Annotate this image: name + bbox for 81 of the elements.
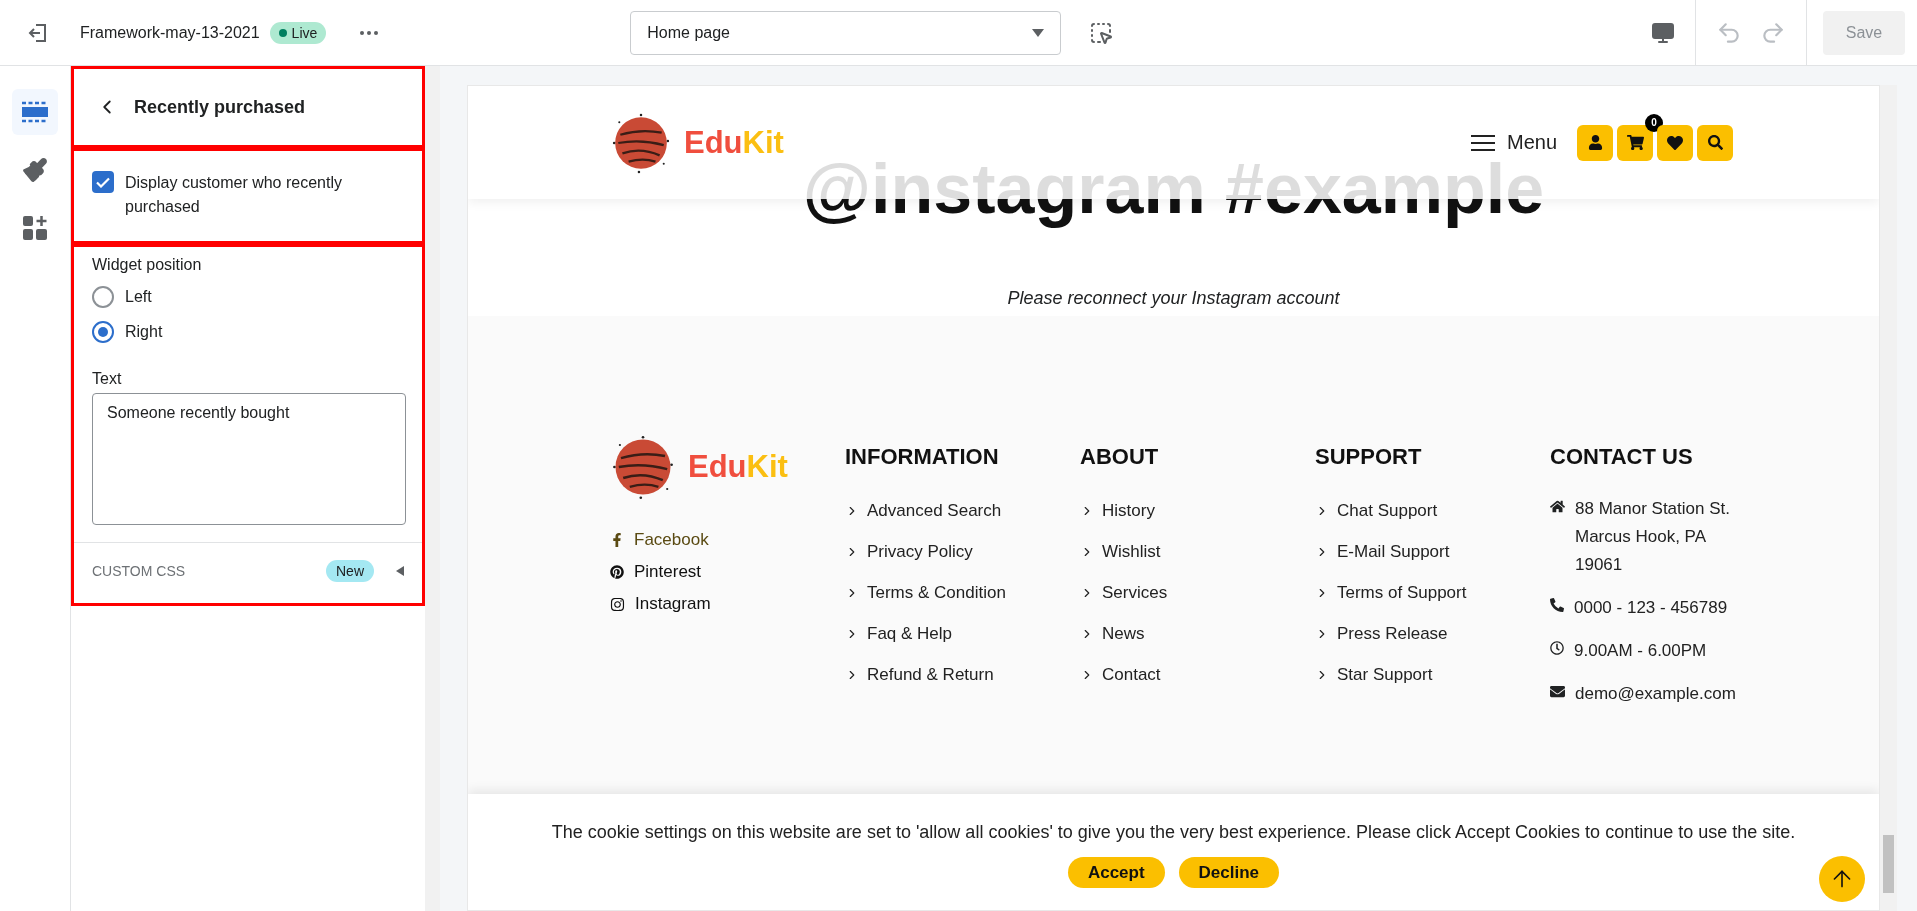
contact-text: 88 Manor Station St. Marcus Hook, PA 19061 bbox=[1575, 498, 1731, 576]
page-select[interactable]: Home page bbox=[630, 10, 1062, 55]
home-icon bbox=[1550, 499, 1565, 514]
envelope-icon bbox=[1550, 684, 1565, 699]
footer-link[interactable]: Wishlist bbox=[1080, 540, 1315, 563]
contact-text: 9.00AM - 6.00PM bbox=[1574, 640, 1707, 662]
footer-heading: ABOUT bbox=[1080, 444, 1160, 470]
user-icon bbox=[1587, 135, 1603, 150]
checkbox[interactable] bbox=[92, 171, 114, 193]
footer-link[interactable]: Terms & Condition bbox=[845, 581, 1080, 604]
social-link[interactable]: Facebook bbox=[610, 530, 845, 550]
footer-link[interactable]: News bbox=[1080, 622, 1315, 645]
more-icon bbox=[360, 30, 379, 35]
footer-link[interactable]: Contact bbox=[1080, 663, 1315, 686]
menu-button[interactable]: Menu bbox=[1464, 130, 1563, 155]
footer-link[interactable]: Star Support bbox=[1315, 663, 1550, 686]
monitor-icon bbox=[1651, 20, 1675, 45]
contact-text: demo@example.com bbox=[1575, 683, 1736, 705]
sidebar-nav-button[interactable] bbox=[12, 89, 58, 135]
clock-icon bbox=[1550, 641, 1564, 655]
account-button[interactable] bbox=[1577, 124, 1613, 161]
scrollbar[interactable] bbox=[425, 66, 440, 911]
caret-icon[interactable] bbox=[396, 565, 404, 576]
footer-link[interactable]: Privacy Policy bbox=[845, 540, 1080, 563]
exit-icon bbox=[28, 22, 48, 43]
footer-heading: INFORMATION bbox=[845, 444, 1000, 470]
theme-name: Framework-may-13-2021 bbox=[80, 23, 260, 42]
sections-icon bbox=[21, 101, 49, 123]
text-field[interactable]: Someone recently bought bbox=[92, 393, 406, 525]
radio-button[interactable] bbox=[92, 320, 114, 343]
cart-icon bbox=[1626, 134, 1644, 151]
checkbox-label: Display customer who recently purchased bbox=[125, 173, 343, 217]
heart-icon bbox=[1667, 134, 1683, 151]
footer-link[interactable]: History bbox=[1080, 499, 1315, 522]
status-badge: Live bbox=[269, 21, 327, 44]
planet-logo-icon bbox=[610, 434, 676, 500]
planet-logo-icon bbox=[610, 111, 672, 174]
brand-name: EduKit bbox=[688, 449, 788, 485]
cookie-message: The cookie settings on this website are set to 'allow all cookies' to give you the very best experience. Please click Accept Cookies to continue to use the site. bbox=[551, 822, 1796, 843]
cookie-button[interactable]: Accept bbox=[1067, 857, 1165, 888]
scroll-top-button[interactable] bbox=[1819, 856, 1865, 902]
instagram-message: Please reconnect your Instagram account bbox=[1007, 288, 1340, 309]
field-label: Text bbox=[92, 369, 123, 389]
footer-link[interactable]: Chat Support bbox=[1315, 499, 1550, 522]
footer-link[interactable]: Terms of Support bbox=[1315, 581, 1550, 604]
radio-label: Left bbox=[125, 286, 152, 307]
footer-link[interactable]: Faq & Help bbox=[845, 622, 1080, 645]
phone-icon bbox=[1550, 598, 1564, 612]
footer-link[interactable]: Refund & Return bbox=[845, 663, 1080, 686]
section-label: CUSTOM CSS bbox=[92, 562, 187, 579]
paintbrush-icon bbox=[22, 157, 48, 183]
footer-heading: CONTACT US bbox=[1550, 444, 1694, 470]
instagram-icon bbox=[610, 596, 625, 612]
menu-icon bbox=[1470, 134, 1495, 151]
scrollbar[interactable] bbox=[1880, 85, 1897, 911]
brand-name: EduKit bbox=[684, 124, 784, 161]
cart-button[interactable] bbox=[1617, 124, 1653, 161]
selection-pointer-icon bbox=[1089, 20, 1114, 45]
panel-title: Recently purchased bbox=[134, 96, 306, 118]
social-link[interactable]: Pinterest bbox=[610, 562, 845, 582]
cookie-button[interactable]: Decline bbox=[1178, 857, 1280, 888]
search-button[interactable] bbox=[1697, 124, 1733, 161]
pinterest-icon bbox=[610, 565, 624, 579]
search-icon bbox=[1707, 135, 1723, 150]
wishlist-button[interactable] bbox=[1657, 124, 1693, 161]
footer-link[interactable]: Services bbox=[1080, 581, 1315, 604]
footer-link[interactable]: Advanced Search bbox=[845, 499, 1080, 522]
social-link[interactable]: Instagram bbox=[610, 594, 845, 614]
footer-link[interactable]: E-Mail Support bbox=[1315, 540, 1550, 563]
radio-button[interactable] bbox=[92, 285, 114, 308]
new-badge: New bbox=[326, 559, 374, 582]
field-label: Widget position bbox=[92, 255, 203, 275]
caret-icon bbox=[1032, 28, 1045, 37]
footer-link[interactable]: Press Release bbox=[1315, 622, 1550, 645]
cart-count-badge: 0 bbox=[1645, 113, 1663, 132]
footer-heading: SUPPORT bbox=[1315, 444, 1423, 470]
contact-text: 0000 - 123 - 456789 bbox=[1574, 597, 1728, 619]
checkmark-icon bbox=[96, 176, 110, 188]
radio-label: Right bbox=[125, 321, 163, 342]
facebook-icon bbox=[610, 533, 624, 547]
apps-icon bbox=[22, 215, 48, 241]
